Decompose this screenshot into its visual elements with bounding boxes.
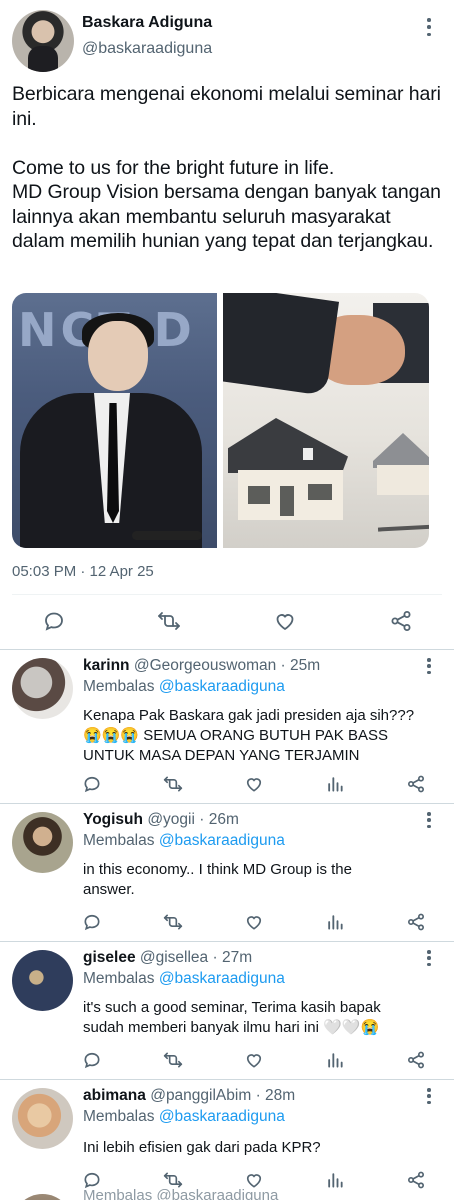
reply-icon[interactable]	[80, 772, 104, 796]
reply-actions	[0, 1048, 454, 1072]
replying-label: Membalas	[83, 832, 155, 849]
like-icon[interactable]	[270, 606, 300, 636]
avatar[interactable]	[12, 1088, 73, 1149]
more-options-icon[interactable]	[426, 658, 432, 674]
replying-label: Membalas	[83, 970, 155, 987]
author-avatar[interactable]	[12, 10, 74, 72]
author-name[interactable]: Baskara Adiguna	[82, 14, 212, 32]
avatar[interactable]	[12, 658, 73, 719]
reply-text: Ini lebih efisien gak dari pada KPR?	[83, 1139, 321, 1156]
reply-time: · 27m	[212, 949, 253, 966]
more-options-icon[interactable]	[426, 950, 432, 966]
reply-item[interactable]: Yogisuh @yogii · 26m Membalas @baskaraad…	[0, 804, 454, 941]
retweet-icon[interactable]	[161, 1048, 185, 1072]
retweet-icon[interactable]	[161, 910, 185, 934]
analytics-icon[interactable]	[323, 1168, 347, 1192]
retweet-icon[interactable]	[154, 606, 184, 636]
like-icon[interactable]	[242, 910, 266, 934]
reply-icon[interactable]	[80, 910, 104, 934]
reply-author-handle[interactable]: @panggilAbim	[150, 1087, 251, 1104]
reply-time: · 28m	[255, 1087, 296, 1104]
reply-text: Kenapa Pak Baskara gak jadi presiden aja…	[83, 707, 415, 764]
reply-item[interactable]: giselee @gisellea · 27m Membalas @baskar…	[0, 942, 454, 1079]
reply-icon[interactable]	[39, 606, 69, 636]
tweet-timestamp[interactable]: 05:03 PM · 12 Apr 25	[12, 563, 154, 580]
tweet-text: Berbicara mengenai ekonomi melalui semin…	[12, 83, 441, 252]
author-handle[interactable]: @baskaraadiguna	[82, 40, 212, 58]
reply-icon[interactable]	[80, 1048, 104, 1072]
reply-author-name[interactable]: karinn	[83, 657, 130, 674]
reply-time: · 25m	[280, 657, 321, 674]
analytics-icon[interactable]	[323, 1048, 347, 1072]
replying-to-link[interactable]: @baskaraadiguna	[159, 970, 285, 987]
divider	[12, 594, 442, 595]
reply-text: in this economy.. I think MD Group is th…	[83, 861, 352, 898]
photo-handshake-house[interactable]	[223, 293, 429, 548]
like-icon[interactable]	[242, 1048, 266, 1072]
more-options-icon[interactable]	[422, 18, 436, 36]
share-icon[interactable]	[404, 910, 428, 934]
replying-label: Membalas	[83, 1108, 155, 1125]
reply-item[interactable]: abimana @panggilAbim · 28m Membalas @bas…	[0, 1080, 454, 1200]
share-icon[interactable]	[386, 606, 416, 636]
photo-seminar[interactable]: NCT D	[12, 293, 217, 548]
reply-item[interactable]: karinn @Georgeouswoman · 25m Membalas @b…	[0, 650, 454, 803]
reply-actions	[0, 772, 454, 796]
replying-label-partial: Membalas @baskaraadiguna	[83, 1187, 279, 1200]
avatar[interactable]	[12, 812, 73, 873]
replying-to-link[interactable]: @baskaraadiguna	[159, 832, 285, 849]
reply-actions	[0, 910, 454, 934]
replying-label: Membalas	[83, 678, 155, 695]
share-icon[interactable]	[404, 1048, 428, 1072]
retweet-icon[interactable]	[161, 772, 185, 796]
replying-to-link[interactable]: @baskaraadiguna	[159, 678, 285, 695]
reply-author-name[interactable]: giselee	[83, 949, 136, 966]
replying-to-link[interactable]: @baskaraadiguna	[159, 1108, 285, 1125]
tweet-media[interactable]: NCT D	[12, 293, 429, 548]
like-icon[interactable]	[242, 772, 266, 796]
share-icon[interactable]	[404, 772, 428, 796]
reply-author-handle[interactable]: @yogii	[147, 811, 195, 828]
analytics-icon[interactable]	[323, 772, 347, 796]
tweet-actions	[0, 606, 454, 636]
reply-text: it's such a good seminar, Terima kasih b…	[83, 999, 381, 1036]
share-icon[interactable]	[404, 1168, 428, 1192]
reply-author-name[interactable]: Yogisuh	[83, 811, 143, 828]
more-options-icon[interactable]	[426, 812, 432, 828]
reply-author-handle[interactable]: @Georgeouswoman	[134, 657, 276, 674]
reply-author-name[interactable]: abimana	[83, 1087, 146, 1104]
more-options-icon[interactable]	[426, 1088, 432, 1104]
reply-time: · 26m	[199, 811, 239, 828]
avatar[interactable]	[12, 950, 73, 1011]
analytics-icon[interactable]	[323, 910, 347, 934]
reply-author-handle[interactable]: @gisellea	[140, 949, 208, 966]
main-tweet: Baskara Adiguna @baskaraadiguna Berbicar…	[0, 0, 454, 650]
